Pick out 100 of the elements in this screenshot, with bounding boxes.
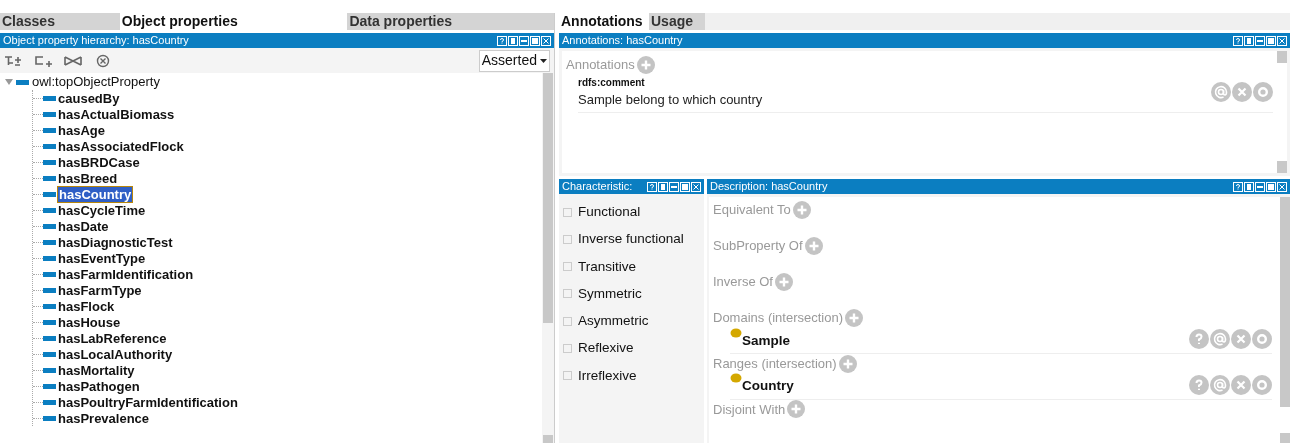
scrollbar[interactable]	[542, 73, 554, 443]
add-icon[interactable]	[636, 55, 655, 74]
split-icon[interactable]	[1244, 35, 1254, 46]
tree-item[interactable]: hasFarmType	[57, 282, 143, 298]
add-icon[interactable]	[792, 200, 811, 219]
tab[interactable]: Data properties	[347, 13, 554, 30]
checkbox[interactable]	[563, 343, 572, 353]
at-sign-icon[interactable]	[1211, 81, 1231, 102]
scrollbar[interactable]	[1280, 197, 1290, 443]
at-sign-icon[interactable]	[1210, 374, 1230, 395]
delete-icon[interactable]	[94, 53, 112, 68]
split-icon[interactable]	[1244, 181, 1254, 192]
characteristic-label: Transitive	[578, 257, 636, 276]
maximize-icon[interactable]	[680, 181, 690, 192]
tree-item[interactable]: hasPrevalence	[57, 410, 151, 426]
property-icon	[43, 255, 56, 261]
property-icon	[43, 415, 56, 421]
class-name[interactable]: Country	[742, 376, 794, 397]
tree-item[interactable]: hasHouse	[57, 314, 122, 330]
panel-title: Object property hierarchy: hasCountry	[3, 35, 189, 46]
tree-item[interactable]: hasPathogen	[57, 378, 141, 394]
scrollbar[interactable]	[1277, 51, 1287, 173]
checkbox[interactable]	[563, 289, 572, 299]
tree-item[interactable]: hasAssociatedFlock	[57, 138, 185, 154]
add-icon[interactable]	[787, 400, 806, 419]
help-icon[interactable]	[497, 35, 507, 46]
annotation-property: rdfs:comment	[578, 75, 646, 90]
tree-item[interactable]: hasFarmIdentification	[57, 266, 195, 282]
section-label: Inverse Of	[713, 273, 773, 291]
at-sign-icon[interactable]	[1210, 329, 1230, 350]
close-icon[interactable]	[541, 35, 551, 46]
close-icon[interactable]	[1277, 181, 1287, 192]
help-icon[interactable]	[647, 181, 657, 192]
close-icon[interactable]	[1277, 35, 1287, 46]
bowtie-icon[interactable]	[64, 53, 82, 68]
tab[interactable]: Object properties	[119, 13, 348, 30]
maximize-icon[interactable]	[530, 35, 540, 46]
checkbox[interactable]	[563, 234, 572, 244]
add-sibling-icon[interactable]	[34, 53, 52, 68]
class-name[interactable]: Sample	[742, 330, 791, 351]
class-icon	[730, 327, 742, 338]
characteristic-label: Reflexive	[578, 339, 634, 358]
panel-title: Annotations: hasCountry	[562, 35, 683, 46]
tab[interactable]: Classes	[0, 13, 120, 30]
characteristic-label: Functional	[578, 203, 641, 221]
property-icon	[43, 351, 56, 357]
tab[interactable]: Annotations	[559, 13, 649, 30]
tree-item[interactable]: hasLocalAuthority	[57, 346, 174, 362]
tree-item[interactable]: hasLabReference	[57, 330, 168, 346]
add-icon[interactable]	[804, 236, 823, 255]
minimize-icon[interactable]	[1255, 35, 1265, 46]
close-icon[interactable]	[691, 181, 701, 192]
property-icon	[43, 95, 56, 101]
checkbox[interactable]	[563, 371, 572, 381]
maximize-icon[interactable]	[1266, 181, 1276, 192]
property-icon	[43, 287, 56, 293]
split-icon[interactable]	[658, 181, 668, 192]
checkbox[interactable]	[563, 207, 572, 217]
expand-toggle[interactable]	[4, 77, 14, 87]
property-icon	[43, 335, 56, 341]
help-icon[interactable]	[1233, 181, 1243, 192]
help-icon[interactable]	[1233, 35, 1243, 46]
minimize-icon[interactable]	[1255, 181, 1265, 192]
tree-item[interactable]: owl:topObjectProperty	[32, 74, 160, 90]
view-mode-dropdown[interactable]: Asserted	[478, 49, 550, 72]
property-icon	[43, 207, 56, 213]
property-icon	[43, 303, 56, 309]
annotation-value: Sample belong to which country	[578, 90, 763, 109]
tree-item[interactable]: hasMortality	[57, 362, 136, 378]
tree-item[interactable]: hasCycleTime	[57, 202, 147, 218]
checkbox[interactable]	[563, 262, 572, 272]
tree-item[interactable]: hasDate	[57, 218, 110, 234]
edit-icon[interactable]	[1253, 81, 1273, 102]
characteristic-label: Asymmetric	[578, 312, 649, 330]
edit-icon[interactable]	[1252, 374, 1272, 395]
tree-item[interactable]: hasPoultryFarmIdentification	[57, 394, 239, 410]
edit-icon[interactable]	[1252, 329, 1272, 350]
tree-item[interactable]: hasFlock	[57, 298, 116, 314]
section-label: SubProperty Of	[713, 237, 803, 255]
section-label: Equivalent To	[713, 201, 791, 219]
property-icon	[43, 367, 56, 373]
tree-item[interactable]: hasAge	[57, 122, 106, 138]
add-icon[interactable]	[838, 354, 857, 373]
tree-item[interactable]: hasBreed	[57, 170, 119, 186]
checkbox[interactable]	[563, 316, 572, 326]
minimize-icon[interactable]	[519, 35, 529, 46]
maximize-icon[interactable]	[1266, 35, 1276, 46]
split-icon[interactable]	[508, 35, 518, 46]
add-subproperty-icon[interactable]	[4, 53, 22, 68]
characteristic-label: Inverse functional	[578, 230, 684, 249]
tree-item[interactable]: hasEventType	[57, 250, 147, 266]
tree-item[interactable]: hasBRDCase	[57, 154, 141, 170]
tree-item[interactable]: causedBy	[57, 90, 121, 106]
tree-item[interactable]: hasCountry	[57, 185, 134, 203]
tab[interactable]: Usage	[649, 13, 705, 30]
tree-item[interactable]: hasDiagnosticTest	[57, 234, 174, 250]
tree-item[interactable]: hasActualBiomass	[57, 106, 176, 122]
minimize-icon[interactable]	[669, 181, 679, 192]
add-icon[interactable]	[774, 272, 793, 291]
add-icon[interactable]	[845, 308, 864, 327]
